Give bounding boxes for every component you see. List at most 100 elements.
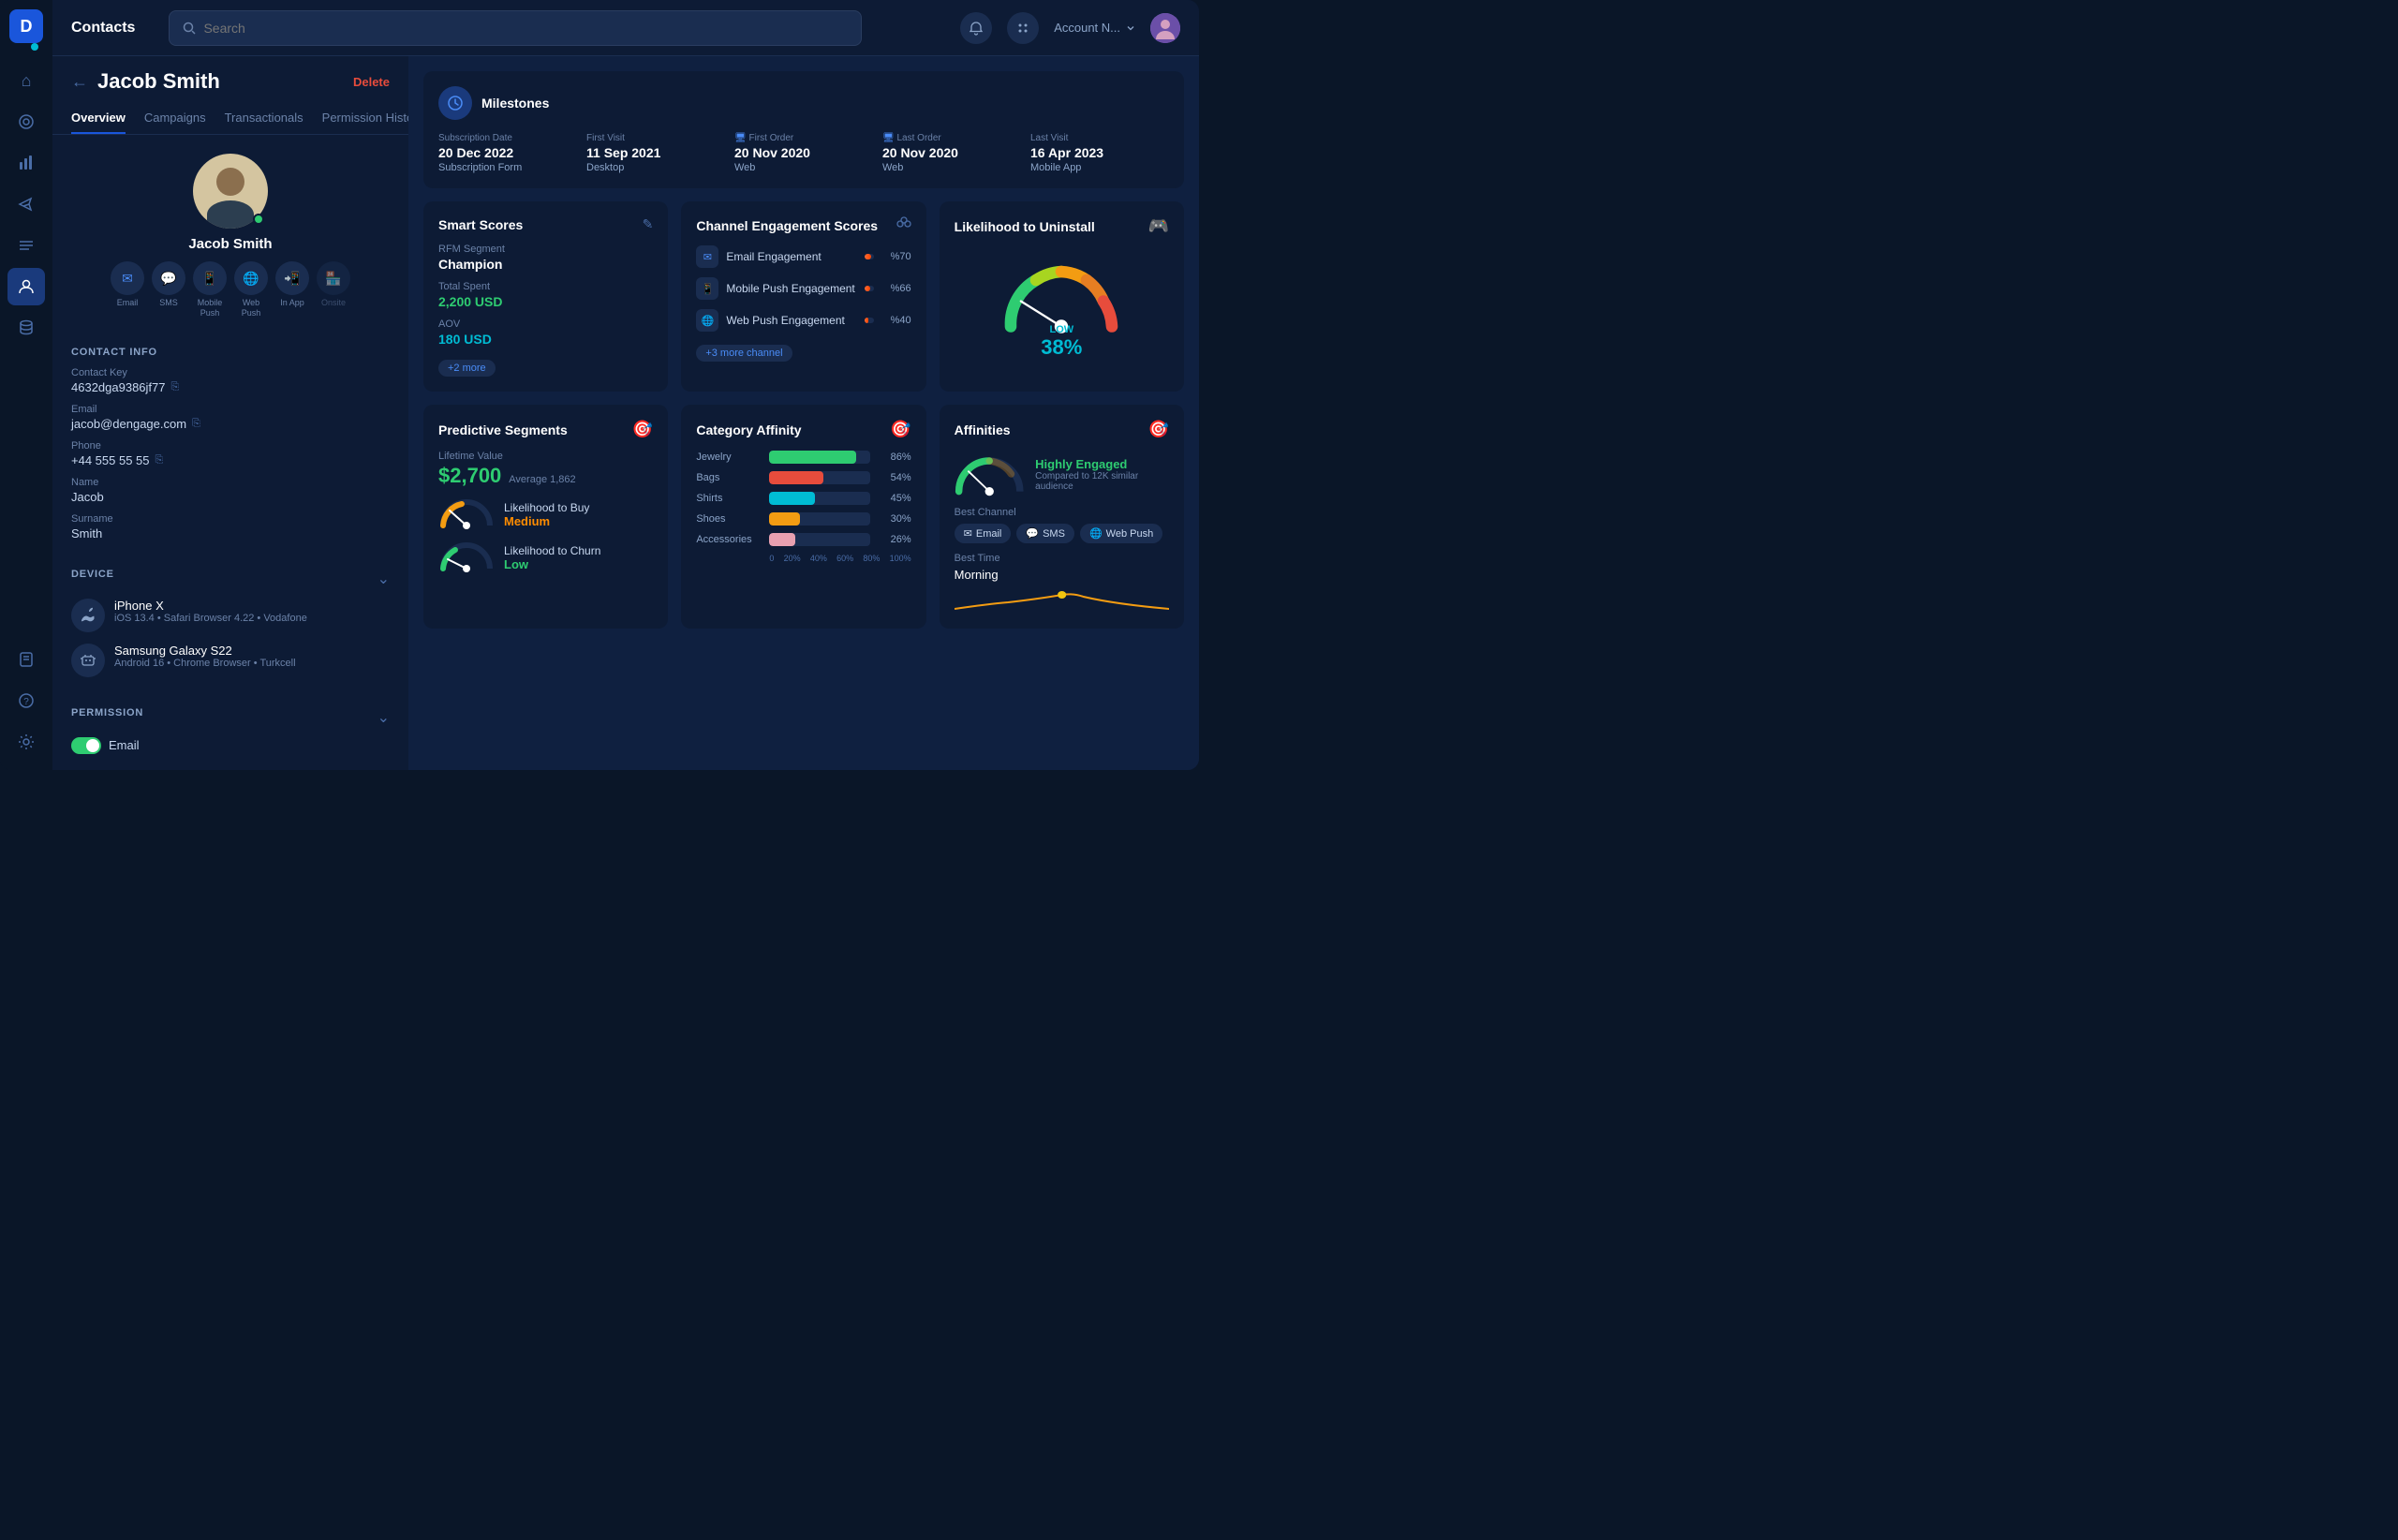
account-name: Account N...: [1054, 21, 1120, 35]
jewelry-bar-bg: [769, 451, 869, 464]
tab-permission-history[interactable]: Permission History: [322, 103, 408, 134]
channel-in-app[interactable]: 📲 In App: [275, 261, 309, 318]
channel-engagement-icon: [896, 216, 911, 234]
accessories-bar-bg: [769, 533, 869, 546]
affinity-bars: Jewelry 86% Bags: [696, 451, 910, 546]
iphone-name: iPhone X: [114, 599, 390, 613]
phone-value: +44 555 55 55 ⎘: [71, 453, 390, 467]
sidebar: D ⌂ ?: [0, 0, 52, 770]
search-bar[interactable]: [169, 10, 862, 46]
surname-value: Smith: [71, 526, 390, 540]
delete-button[interactable]: Delete: [353, 75, 390, 89]
permission-toggle-btn[interactable]: ⌄: [377, 708, 390, 727]
right-panel: Milestones Subscription Date 20 Dec 2022…: [408, 56, 1199, 770]
svg-text:?: ?: [23, 697, 29, 707]
channel-engagement-more-btn[interactable]: +3 more channel: [696, 345, 792, 362]
sidebar-item-settings[interactable]: [7, 723, 45, 761]
best-channel-tags: ✉ Email 💬 SMS 🌐 Web Push: [955, 524, 1169, 543]
channel-engagement-title: Channel Engagement Scores: [696, 218, 878, 233]
milestone-first-visit: First Visit 11 Sep 2021 Desktop: [586, 133, 725, 173]
copy-contact-key-icon[interactable]: ⎘: [171, 381, 180, 393]
avatar-container: [193, 154, 268, 229]
sms-tag-icon: 💬: [1026, 527, 1039, 540]
phone-row: Phone +44 555 55 55 ⎘: [71, 440, 390, 467]
sidebar-item-database[interactable]: [7, 309, 45, 347]
samsung-detail: Android 16 • Chrome Browser • Turkcell: [114, 658, 390, 669]
copy-phone-icon[interactable]: ⎘: [155, 454, 164, 466]
sidebar-item-book[interactable]: [7, 641, 45, 678]
name-label: Name: [71, 477, 390, 488]
smart-scores-edit-icon[interactable]: ✎: [643, 216, 654, 232]
topbar-right: Account N...: [960, 12, 1180, 44]
email-engagement-bar-bg: [865, 254, 873, 259]
sidebar-item-charts[interactable]: [7, 144, 45, 182]
aov: AOV 180 USD: [438, 318, 653, 347]
device-section: DEVICE ⌄ iPhone X iOS 13.4 • Safari Brow…: [52, 559, 408, 698]
likelihood-uninstall-title: Likelihood to Uninstall: [955, 219, 1095, 234]
notification-button[interactable]: [960, 12, 992, 44]
mobile-push-bar-bg: [865, 286, 873, 291]
channel-onsite[interactable]: 🏪 Onsite: [317, 261, 350, 318]
web-push-engagement-row: 🌐 Web Push Engagement %40: [696, 309, 910, 332]
sidebar-item-contacts[interactable]: [7, 268, 45, 305]
milestones-title: Milestones: [481, 96, 549, 111]
sidebar-item-home[interactable]: ⌂: [7, 62, 45, 99]
sidebar-item-campaigns[interactable]: [7, 185, 45, 223]
tab-overview[interactable]: Overview: [71, 103, 126, 134]
email-engagement-icon: ✉: [696, 245, 718, 268]
smart-scores-more-btn[interactable]: +2 more: [438, 360, 496, 377]
permission-title: PERMISSION: [71, 707, 143, 718]
affinity-bags: Bags 54%: [696, 471, 910, 484]
contact-key-label: Contact Key: [71, 367, 390, 378]
sidebar-item-analytics[interactable]: [7, 103, 45, 141]
web-push-bar-fill: [865, 318, 868, 323]
total-spent: Total Spent 2,200 USD: [438, 281, 653, 309]
email-toggle-switch[interactable]: [71, 737, 101, 754]
permission-email-label: Email: [109, 738, 140, 752]
channel-email[interactable]: ✉ Email: [111, 261, 144, 318]
back-button[interactable]: ←: [71, 72, 88, 92]
contact-info-section: CONTACT INFO Contact Key 4632dga9386jf77…: [52, 337, 408, 559]
milestones-icon: [438, 86, 472, 120]
web-push-bar-bg: [865, 318, 873, 323]
mobile-push-icon: 📱: [193, 261, 227, 295]
topbar: Contacts Account N...: [52, 0, 1199, 56]
best-channel-web-push: 🌐 Web Push: [1080, 524, 1162, 543]
shirts-bar-fill: [769, 492, 814, 505]
affinities-title: Affinities: [955, 422, 1011, 437]
android-icon: [71, 644, 105, 677]
grid-button[interactable]: [1007, 12, 1039, 44]
search-input[interactable]: [203, 21, 848, 36]
best-channel-email: ✉ Email: [955, 524, 1012, 543]
milestone-subscription: Subscription Date 20 Dec 2022 Subscripti…: [438, 133, 577, 173]
sidebar-item-help[interactable]: ?: [7, 682, 45, 719]
category-affinity-title: Category Affinity: [696, 422, 801, 437]
accessories-bar-fill: [769, 533, 795, 546]
email-row: Email jacob@dengage.com ⎘: [71, 404, 390, 431]
bags-bar-bg: [769, 471, 869, 484]
avatar[interactable]: [1150, 13, 1180, 43]
lifetime-value-section: Lifetime Value $2,700 Average 1,862: [438, 451, 653, 488]
tab-transactionals[interactable]: Transactionals: [225, 103, 303, 134]
account-selector[interactable]: Account N...: [1054, 21, 1135, 35]
contact-info-title: CONTACT INFO: [71, 347, 390, 358]
tab-campaigns[interactable]: Campaigns: [144, 103, 206, 134]
affinities-header: Affinities 🎯: [955, 420, 1169, 439]
web-push-tag-icon: 🌐: [1089, 527, 1103, 540]
copy-email-icon[interactable]: ⎘: [192, 418, 200, 430]
permission-email-toggle: Email: [71, 737, 390, 754]
search-icon: [183, 22, 196, 35]
channel-mobile-push[interactable]: 📱 MobilePush: [193, 261, 227, 318]
sidebar-item-list[interactable]: [7, 227, 45, 264]
email-tag-icon: ✉: [964, 527, 972, 540]
device-item-iphone: iPhone X iOS 13.4 • Safari Browser 4.22 …: [71, 599, 390, 632]
surname-label: Surname: [71, 513, 390, 525]
left-panel: ← Jacob Smith Delete Overview Campaigns …: [52, 56, 408, 770]
channel-web-push[interactable]: 🌐 WebPush: [234, 261, 268, 318]
device-toggle[interactable]: ⌄: [377, 570, 390, 588]
app-logo[interactable]: D: [9, 9, 43, 43]
lifetime-value-row: $2,700 Average 1,862: [438, 464, 653, 488]
bags-bar-fill: [769, 471, 823, 484]
channel-sms[interactable]: 💬 SMS: [152, 261, 185, 318]
onsite-icon: 🏪: [317, 261, 350, 295]
